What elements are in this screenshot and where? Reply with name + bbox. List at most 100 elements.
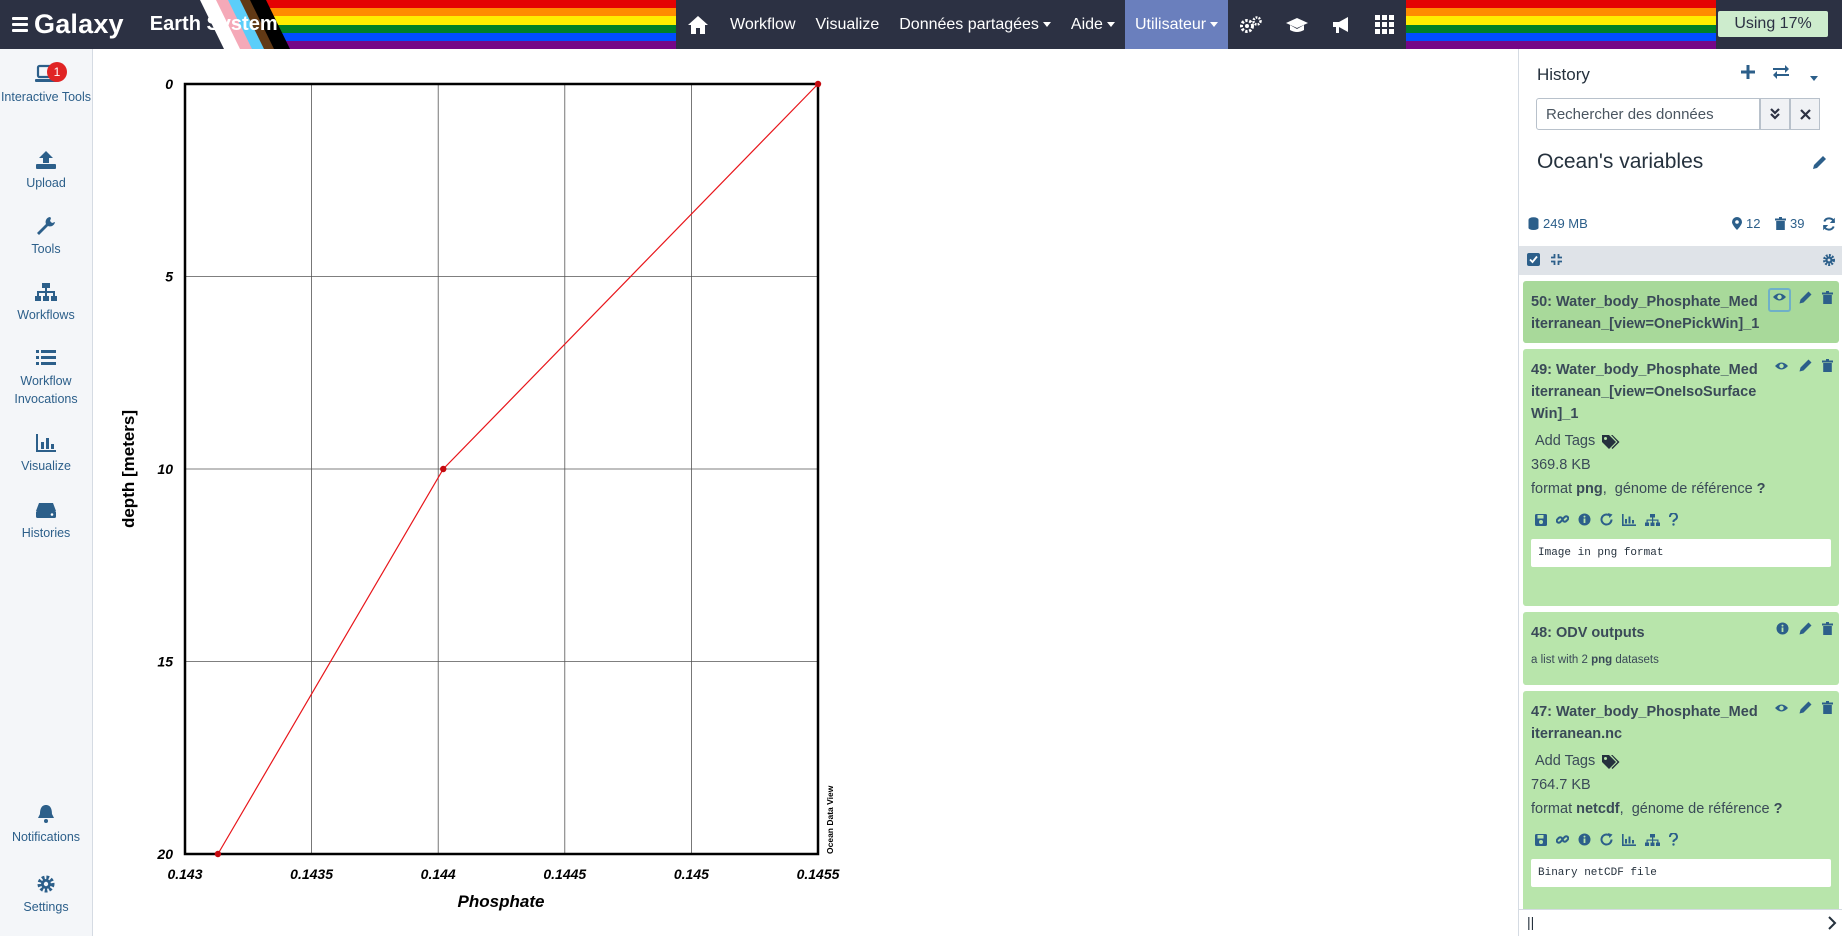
eye-icon[interactable]	[1774, 701, 1789, 719]
apps-grid-icon[interactable]	[1364, 0, 1406, 49]
activity-tools[interactable]: Tools	[0, 216, 92, 258]
genome-value[interactable]: ?	[1757, 481, 1766, 497]
activity-upload[interactable]: Upload	[0, 150, 92, 192]
history-search-input[interactable]	[1536, 98, 1760, 130]
admin-cogs-icon[interactable]	[1228, 0, 1274, 49]
x-axis-label: Phosphate	[458, 892, 545, 911]
activity-label: Histories	[21, 526, 71, 540]
top-navbar: Galaxy Earth System Workflow Visualize D…	[0, 0, 1842, 49]
trash-icon[interactable]	[1822, 359, 1833, 377]
nav-workflow[interactable]: Workflow	[720, 0, 806, 49]
info-icon[interactable]	[1776, 622, 1789, 640]
visualize-chart-icon[interactable]	[1622, 513, 1636, 531]
collapse-items-compress-icon[interactable]	[1550, 253, 1563, 271]
dataset-collection-item[interactable]: 48: ODV outputs a list with 2 png datase…	[1523, 612, 1839, 685]
info-icon[interactable]	[1578, 833, 1591, 851]
dataset-actions	[1774, 701, 1833, 719]
select-items-checkbox-icon[interactable]	[1527, 253, 1540, 271]
activity-label: Settings	[23, 900, 69, 914]
activity-workflows[interactable]: Workflows	[0, 282, 92, 324]
genome-value[interactable]: ?	[1774, 801, 1783, 817]
history-options-caret-icon[interactable]	[1810, 69, 1818, 87]
add-tags-button[interactable]: Add Tags	[1531, 753, 1831, 769]
trash-icon[interactable]	[1822, 291, 1833, 309]
visualize-chart-icon[interactable]	[1622, 833, 1636, 851]
format-value: png	[1576, 481, 1603, 497]
collection-desc-b: png	[1591, 654, 1613, 666]
activity-workflow-invocations[interactable]: Workflow Invocations	[0, 348, 92, 408]
activity-interactive-tools[interactable]: 1 Interactive Tools	[0, 62, 92, 106]
home-icon[interactable]	[676, 0, 720, 49]
trash-icon[interactable]	[1822, 622, 1833, 640]
x-tick-label: 0.145	[674, 866, 709, 882]
activity-settings[interactable]: Settings	[0, 874, 92, 916]
eye-icon[interactable]	[1768, 288, 1791, 312]
switch-history-exchange-icon[interactable]	[1772, 64, 1790, 85]
history-filter-gear-icon[interactable]	[1822, 253, 1836, 272]
nav-visualize[interactable]: Visualize	[806, 0, 890, 49]
related-items-sitemap-icon[interactable]	[1645, 833, 1660, 851]
activity-label: Workflow Invocations	[14, 374, 78, 406]
drag-handle[interactable]: ||	[1527, 914, 1534, 930]
edit-history-pencil-icon[interactable]	[1812, 155, 1827, 175]
dataset-title[interactable]: 48: ODV outputs	[1531, 622, 1761, 644]
save-icon[interactable]	[1535, 833, 1547, 851]
save-icon[interactable]	[1535, 513, 1547, 531]
dataset-item[interactable]: 49: Water_body_Phosphate_Mediterranean_[…	[1523, 349, 1839, 606]
activity-bar: 1 Interactive Tools Upload Tools Workflo…	[0, 49, 93, 936]
new-history-plus-icon[interactable]	[1740, 64, 1756, 85]
dataset-title[interactable]: 50: Water_body_Phosphate_Mediterranean_[…	[1531, 291, 1761, 335]
pencil-icon[interactable]	[1799, 359, 1812, 377]
history-size[interactable]: 249 MB	[1528, 216, 1588, 231]
activity-label: Upload	[26, 176, 66, 190]
help-question-icon[interactable]	[1669, 832, 1678, 851]
dataset-title[interactable]: 47: Water_body_Phosphate_Mediterranean.n…	[1531, 701, 1761, 745]
rerun-icon[interactable]	[1600, 833, 1613, 851]
upload-icon	[36, 151, 56, 169]
pencil-icon[interactable]	[1799, 701, 1812, 719]
activity-visualize[interactable]: Visualize	[0, 433, 92, 475]
collapse-panel-chevron-icon[interactable]	[1828, 916, 1837, 935]
collection-desc-a: a list with 2	[1531, 654, 1588, 666]
nav-help[interactable]: Aide	[1061, 0, 1125, 49]
history-shown-count[interactable]: 12	[1732, 216, 1760, 231]
link-icon[interactable]	[1555, 513, 1570, 531]
pencil-icon[interactable]	[1799, 622, 1812, 640]
dataset-item[interactable]: 47: Water_body_Phosphate_Mediterranean.n…	[1523, 691, 1839, 931]
tags-icon	[1602, 434, 1620, 449]
clear-search-button[interactable]	[1790, 98, 1820, 130]
help-question-icon[interactable]	[1669, 512, 1678, 531]
pencil-icon[interactable]	[1799, 291, 1812, 309]
history-deleted-label: 39	[1790, 216, 1805, 231]
dataset-item[interactable]: 50: Water_body_Phosphate_Mediterranean_[…	[1523, 281, 1839, 343]
activity-notifications[interactable]: Notifications	[0, 804, 92, 846]
eye-icon[interactable]	[1774, 359, 1789, 377]
advanced-search-toggle[interactable]	[1760, 98, 1790, 130]
quota-usage[interactable]: Using 17%	[1718, 11, 1828, 37]
activity-label: Notifications	[11, 830, 81, 844]
dataset-size: 369.8 KB	[1531, 457, 1591, 473]
collection-desc-c: datasets	[1615, 654, 1659, 666]
rerun-icon[interactable]	[1600, 513, 1613, 531]
activity-histories[interactable]: Histories	[0, 500, 92, 542]
chart-bar-icon	[36, 434, 56, 452]
related-items-sitemap-icon[interactable]	[1645, 513, 1660, 531]
chart-grid	[184, 83, 819, 855]
link-icon[interactable]	[1555, 833, 1570, 851]
y-tick-labels: 0 5 10 15 20	[156, 76, 173, 862]
history-deleted-count[interactable]: 39	[1775, 216, 1804, 231]
info-icon[interactable]	[1578, 513, 1591, 531]
dataset-tool-buttons	[1531, 832, 1831, 851]
nav-user-label: Utilisateur	[1134, 15, 1207, 33]
trash-icon[interactable]	[1822, 701, 1833, 719]
history-panel-title: History	[1537, 65, 1590, 84]
add-tags-button[interactable]: Add Tags	[1531, 433, 1831, 449]
training-cap-icon[interactable]	[1274, 0, 1320, 49]
nav-shared-data[interactable]: Données partagées	[889, 0, 1061, 49]
refresh-icon[interactable]	[1822, 217, 1836, 236]
brand[interactable]: Galaxy Earth System	[12, 0, 278, 49]
nav-user[interactable]: Utilisateur	[1124, 0, 1229, 49]
announcements-bullhorn-icon[interactable]	[1320, 0, 1364, 49]
dataset-title[interactable]: 49: Water_body_Phosphate_Mediterranean_[…	[1531, 359, 1761, 425]
close-icon	[1799, 108, 1811, 120]
